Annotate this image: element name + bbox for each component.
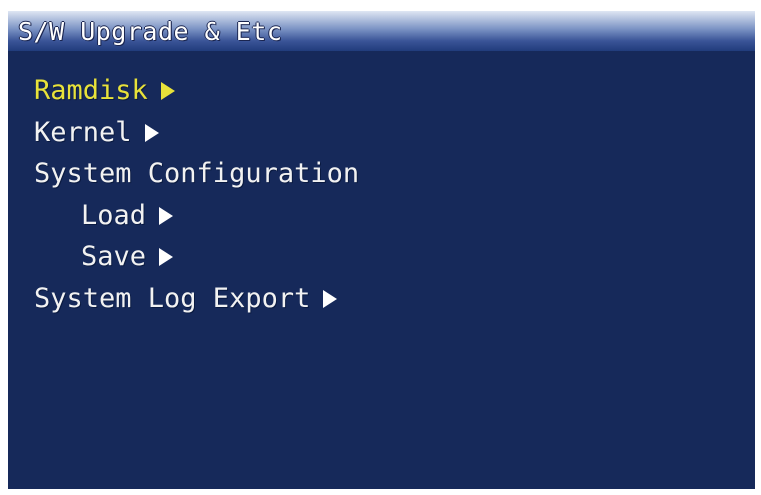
menu-item-label: Load — [81, 200, 147, 231]
menu-section-system-configuration: System Configuration — [34, 158, 359, 189]
menu-item-kernel[interactable]: Kernel — [34, 117, 159, 148]
menu-item-system-log-export[interactable]: System Log Export — [34, 283, 338, 314]
title-bar: S/W Upgrade & Etc — [8, 11, 755, 51]
menu-item-load[interactable]: Load — [81, 200, 174, 231]
menu-item-save[interactable]: Save — [81, 241, 174, 272]
right-arrow-icon — [160, 81, 175, 100]
osd-screen: S/W Upgrade & Etc Ramdisk Kernel System … — [8, 11, 755, 489]
right-arrow-icon — [159, 206, 174, 225]
menu-item-ramdisk[interactable]: Ramdisk — [34, 75, 175, 106]
menu-item-label: Save — [81, 241, 147, 272]
right-arrow-icon — [159, 247, 174, 266]
menu-item-label: Ramdisk — [34, 75, 148, 106]
menu-item-label: System Log Export — [34, 283, 311, 314]
menu-item-label: Kernel — [34, 117, 132, 148]
right-arrow-icon — [323, 289, 338, 308]
window-title: S/W Upgrade & Etc — [18, 17, 283, 46]
menu-section-label: System Configuration — [34, 158, 360, 189]
right-arrow-icon — [144, 123, 159, 142]
